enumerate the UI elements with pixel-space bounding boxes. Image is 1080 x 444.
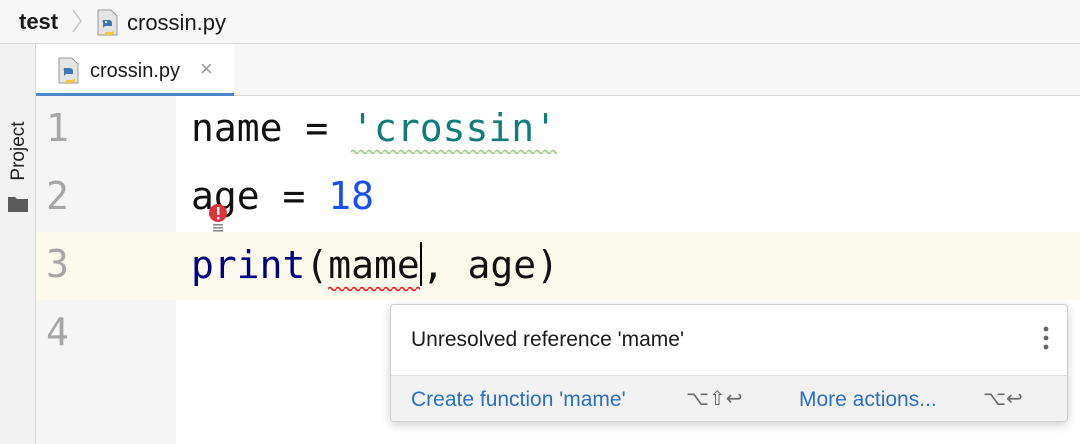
- more-actions-link[interactable]: More actions...: [799, 388, 937, 412]
- error-bulb-icon[interactable]: [208, 203, 228, 233]
- code-token: , age): [421, 243, 560, 287]
- number-literal: 18: [328, 174, 375, 218]
- tab-label: crossin.py: [90, 60, 181, 82]
- line-number: 4: [46, 310, 69, 354]
- more-vertical-icon[interactable]: [1043, 325, 1049, 351]
- python-file-icon: [97, 9, 118, 36]
- unresolved-reference[interactable]: mame: [328, 243, 420, 291]
- create-function-shortcut: ⌥⇧↩: [686, 386, 743, 410]
- code-line-current[interactable]: 3 print(mame, age): [36, 232, 1080, 300]
- project-tool-button[interactable]: Project: [0, 54, 36, 212]
- project-tool-label: Project: [8, 121, 29, 181]
- quick-fix-actions: Create function 'mame' ⌥⇧↩ More actions.…: [391, 375, 1067, 421]
- line-number: 3: [46, 242, 69, 286]
- breadcrumb-project[interactable]: test: [19, 9, 58, 35]
- breadcrumb-file[interactable]: crossin.py: [127, 10, 226, 36]
- breadcrumb: test crossin.py: [0, 0, 1080, 44]
- code-token: name =: [191, 106, 352, 150]
- code-token: (: [305, 243, 329, 287]
- line-number: 2: [46, 174, 69, 218]
- breadcrumb-separator-icon: [72, 9, 82, 33]
- code-line[interactable]: 2 age = 18: [36, 164, 1080, 232]
- code-text: name = 'crossin': [191, 106, 558, 154]
- string-literal: 'crossin': [351, 106, 558, 154]
- code-text: print(mame, age): [191, 242, 560, 291]
- error-tooltip-popup: Unresolved reference 'mame' Create funct…: [390, 304, 1068, 422]
- line-number: 1: [46, 106, 69, 150]
- python-file-icon: [58, 57, 79, 84]
- code-token: =: [259, 174, 329, 218]
- editor-tab-bar: crossin.py ×: [36, 44, 1080, 97]
- more-actions-shortcut: ⌥↩: [983, 386, 1023, 410]
- error-message: Unresolved reference 'mame': [411, 328, 684, 351]
- tab-crossin-py[interactable]: crossin.py ×: [36, 44, 234, 97]
- create-function-action[interactable]: Create function 'mame': [411, 388, 626, 412]
- folder-icon: [8, 197, 28, 212]
- builtin-token: print: [191, 243, 306, 287]
- close-icon[interactable]: ×: [200, 56, 213, 82]
- code-line[interactable]: 1 name = 'crossin': [36, 96, 1080, 164]
